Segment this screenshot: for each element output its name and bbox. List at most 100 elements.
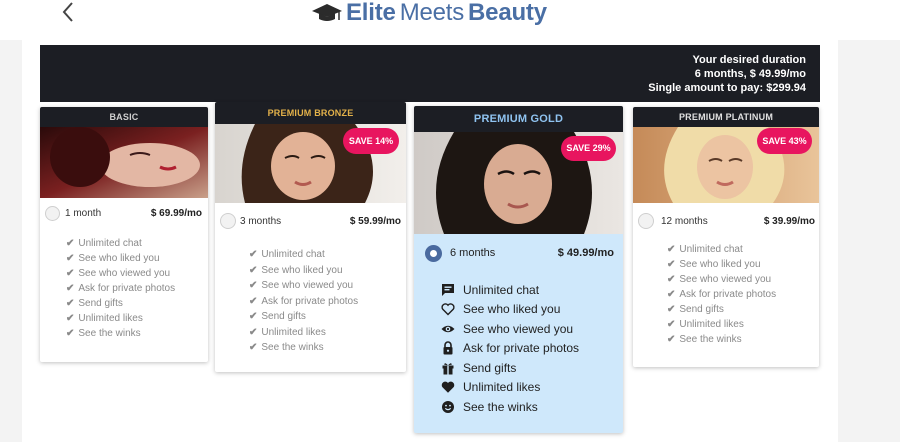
feature-item: ✔ Unlimited chat [667,244,743,255]
feature-item: See the winks [441,397,623,417]
check-icon: ✔ [249,326,258,338]
save-badge: SAVE 14% [343,128,399,154]
check-icon: ✔ [66,238,75,249]
radio-button[interactable] [45,205,60,221]
feature-item: ✔ Ask for private photos [249,295,359,307]
plan-price: $ 59.99/mo [349,215,401,227]
plan-photo [40,127,208,198]
feature-item: ✔ See who liked you [667,259,761,270]
feature-item: ✔ Ask for private photos [66,283,176,294]
summary-duration: 6 months, $ 49.99/mo [694,68,806,80]
lock-icon [443,341,453,355]
check-icon: ✔ [249,295,258,307]
logo[interactable]: Elite Meets Beauty [312,0,547,26]
check-icon: ✔ [667,334,676,345]
chevron-left-icon [62,2,73,22]
plan-price: $ 69.99/mo [150,207,202,219]
plan-option[interactable]: 1 month $ 69.99/mo [40,198,208,228]
check-icon: ✔ [667,304,676,315]
feature-item: Ask for private photos [441,339,623,359]
feature-item: Unlimited likes [441,378,623,398]
plan-duration: 1 month [65,207,102,219]
feature-list: ✔ Unlimited chat ✔ See who liked you ✔ See … [40,228,208,341]
check-icon: ✔ [66,283,75,294]
heart-icon [441,381,455,394]
check-icon: ✔ [249,342,258,354]
check-icon: ✔ [66,298,75,309]
plan-card-premium-bronze[interactable]: PREMIUM BRONZE SAVE 14% 3 months $ 59.99… [215,102,406,372]
feature-item: ✔ Send gifts [66,298,123,309]
feature-item: ✔ Ask for private photos [667,289,777,300]
chat-icon [442,283,454,296]
feature-item: ✔ Send gifts [667,304,724,315]
check-icon: ✔ [66,313,75,324]
feature-list: ✔ Unlimited chat ✔ See who liked you ✔ See … [633,239,819,347]
feature-item: ✔ See the winks [667,334,742,345]
check-icon: ✔ [66,253,75,264]
radio-button-selected[interactable] [425,244,442,262]
plan-duration: 6 months [450,247,496,259]
plan-name: PREMIUM BRONZE [215,102,406,124]
feature-item: See who viewed you [441,319,623,339]
plan-option-selected[interactable]: 6 months $ 49.99/mo [414,234,623,272]
logo-text-elite: Elite [346,0,396,26]
plan-photo: SAVE 14% [215,124,406,203]
plan-duration: 3 months [240,215,282,227]
eye-icon [441,325,455,332]
feature-item: ✔ See the winks [249,342,324,354]
gift-icon [442,362,454,375]
check-icon: ✔ [249,311,258,323]
plan-name: PREMIUM PLATINUM [633,107,819,127]
plan-option[interactable]: 3 months $ 59.99/mo [215,203,406,239]
check-icon: ✔ [66,328,75,339]
plan-card-premium-gold[interactable]: PREMIUM GOLD SAVE 29% 6 months $ 49.99/m… [414,106,623,433]
plan-photo: SAVE 43% [633,127,819,203]
feature-item: ✔ Unlimited chat [66,238,142,249]
save-badge: SAVE 43% [757,128,812,154]
check-icon: ✔ [667,274,676,285]
feature-item: Send gifts [441,358,623,378]
heart-outline-icon [441,303,455,316]
plan-card-premium-platinum[interactable]: PREMIUM PLATINUM SAVE 43% 12 months $ 39… [633,107,819,367]
logo-text-beauty: Beauty [468,0,547,26]
smiley-icon [442,400,454,413]
logo-text-meets: Meets [399,0,465,26]
plan-price: $ 49.99/mo [557,247,614,259]
feature-item: ✔ See who viewed you [667,274,772,285]
feature-list: ✔ Unlimited chat ✔ See who liked you ✔ See … [215,239,406,356]
feature-item: ✔ See who viewed you [66,268,171,279]
feature-item: See who liked you [441,300,623,320]
feature-item: ✔ Unlimited likes [66,313,143,324]
back-button[interactable] [58,0,80,26]
graduation-cap-icon [312,4,342,21]
feature-item: ✔ See the winks [66,328,141,339]
summary-title: Your desired duration [692,54,806,66]
check-icon: ✔ [66,268,75,279]
feature-item: ✔ Unlimited likes [667,319,744,330]
feature-item: Unlimited chat [441,280,623,300]
duration-summary: Your desired duration 6 months, $ 49.99/… [40,45,820,102]
plan-option[interactable]: 12 months $ 39.99/mo [633,203,819,239]
check-icon: ✔ [249,280,258,292]
feature-item: ✔ See who viewed you [249,280,354,292]
check-icon: ✔ [249,249,258,261]
feature-item: ✔ Send gifts [249,311,306,323]
plan-photo: SAVE 29% [414,132,623,234]
check-icon: ✔ [667,319,676,330]
check-icon: ✔ [667,259,676,270]
plan-duration: 12 months [661,215,708,227]
radio-button[interactable] [220,213,236,229]
radio-button[interactable] [638,213,654,229]
plan-card-basic[interactable]: BASIC 1 month $ 69.99/mo ✔ Unlimited chat… [40,107,208,362]
plan-name: BASIC [40,107,208,127]
top-bar: Elite Meets Beauty [0,0,900,40]
plan-name: PREMIUM GOLD [414,106,623,132]
save-badge: SAVE 29% [561,136,616,161]
feature-item: ✔ Unlimited chat [249,249,325,261]
feature-item: ✔ See who liked you [66,253,160,264]
feature-item: ✔ See who liked you [249,264,343,276]
summary-total: Single amount to pay: $299.94 [648,82,806,94]
feature-list: Unlimited chat See who liked you See who… [414,272,623,417]
check-icon: ✔ [667,244,676,255]
plan-price: $ 39.99/mo [763,215,815,227]
